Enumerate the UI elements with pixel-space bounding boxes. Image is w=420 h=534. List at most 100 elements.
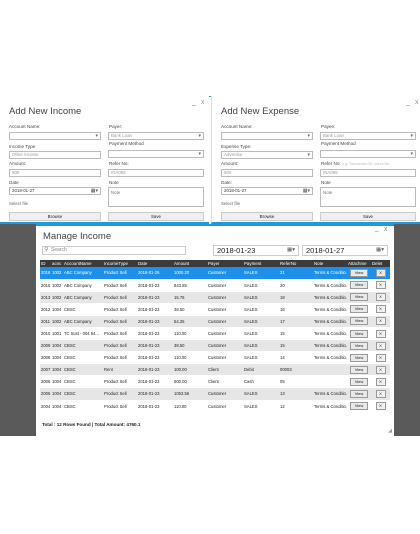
- refer-no-label-text: Refer No:: [321, 161, 341, 166]
- note-textarea[interactable]: Note: [108, 187, 204, 207]
- view-attachment-button[interactable]: View: [350, 281, 368, 290]
- delete-row-button[interactable]: X: [375, 365, 386, 374]
- table-row[interactable]: 2015 1002 ABC Company Product Sell 2018-01-2…: [40, 279, 390, 292]
- delete-row-button[interactable]: X: [375, 268, 386, 277]
- table-row[interactable]: 2004 1004 CBSC Product Sell 2018-01-23 110.00…: [40, 400, 390, 413]
- view-attachment-button[interactable]: View: [350, 317, 368, 326]
- column-header[interactable]: Delet: [371, 260, 390, 267]
- attachment-cell: View: [347, 291, 371, 304]
- delete-row-button[interactable]: X: [375, 402, 386, 411]
- delete-row-button[interactable]: X: [375, 377, 386, 386]
- column-header[interactable]: ReferNo: [279, 260, 313, 267]
- delete-row-button[interactable]: X: [375, 341, 386, 350]
- table-cell: ABC Company: [63, 291, 103, 304]
- minimize-button[interactable]: _: [375, 226, 378, 232]
- view-attachment-button[interactable]: View: [350, 353, 368, 362]
- delete-row-button[interactable]: X: [375, 281, 386, 290]
- manage-income-title: Manage Income: [43, 231, 112, 242]
- table-row[interactable]: 2012 1004 CBSC Product Sell 2018-01-23 38.50 C…: [40, 303, 390, 316]
- refer-no-field[interactable]: INA095: [108, 169, 204, 177]
- save-button[interactable]: Save: [108, 212, 204, 221]
- delete-row-button[interactable]: X: [375, 317, 386, 326]
- date-from-picker[interactable]: 2018-01-23 ▦▾: [213, 245, 299, 256]
- view-attachment-button[interactable]: View: [350, 268, 368, 277]
- table-row[interactable]: 2007 1004 CBSC Rent 2018-01-23 100.00 Client De…: [40, 363, 390, 377]
- table-row[interactable]: 2013 1002 ABC Company Product Sell 2018-01-2…: [40, 291, 390, 304]
- close-button[interactable]: X: [415, 100, 418, 106]
- table-cell: 21: [279, 267, 313, 280]
- delete-row-button[interactable]: X: [375, 305, 386, 314]
- resize-grip-icon[interactable]: ◢: [388, 428, 392, 434]
- date-picker[interactable]: 2018-01-27 ▦▾: [221, 187, 313, 195]
- view-attachment-button[interactable]: View: [350, 365, 368, 374]
- table-cell: 2018-01-23: [137, 375, 173, 389]
- calendar-icon[interactable]: ▦▾: [376, 246, 384, 255]
- table-row[interactable]: 2009 1004 CBSC Product Sell 2018-01-23 38.50 C…: [40, 339, 390, 353]
- minimize-button[interactable]: _: [406, 99, 410, 106]
- table-cell: Client: [207, 363, 243, 377]
- view-attachment-button[interactable]: View: [350, 293, 368, 302]
- payer-select[interactable]: Bank Loan: [108, 132, 204, 140]
- save-button[interactable]: Save: [320, 212, 416, 221]
- table-row[interactable]: 2010 1001 TC trust - 004 64... Product Sell…: [40, 327, 390, 341]
- delete-cell: X: [371, 291, 390, 304]
- view-attachment-button[interactable]: View: [350, 389, 368, 398]
- browse-button[interactable]: Browse: [9, 212, 101, 221]
- table-cell: 15: [279, 327, 313, 341]
- column-header[interactable]: Payment: [243, 260, 279, 267]
- column-header[interactable]: AccountName: [63, 260, 103, 267]
- close-button[interactable]: X: [384, 227, 387, 233]
- refer-no-label: Refer No: e.g. Transaction ID, check No.: [321, 161, 390, 166]
- account-name-select[interactable]: [221, 132, 313, 140]
- table-row[interactable]: 2011 1002 ABC Company Product Sell 2018-01-2…: [40, 315, 390, 328]
- column-header[interactable]: Amount: [173, 260, 207, 267]
- date-to-picker[interactable]: 2018-01-27 ▦▾: [302, 245, 388, 256]
- calendar-icon[interactable]: ▦▾: [287, 246, 295, 255]
- column-header[interactable]: Payer: [207, 260, 243, 267]
- close-button[interactable]: X: [201, 100, 204, 106]
- table-row[interactable]: 2016 1002 ABC Company Product Sell 2018-01-2…: [40, 267, 390, 280]
- minimize-button[interactable]: _: [192, 99, 196, 106]
- note-textarea[interactable]: Note: [320, 187, 416, 207]
- refer-no-field[interactable]: INA095: [320, 169, 416, 177]
- table-cell: 600.00: [173, 375, 207, 389]
- table-row[interactable]: 2008 1004 CBSC Product Sell 2018-01-23 110.00…: [40, 351, 390, 365]
- date-to-value: 2018-01-27: [306, 246, 345, 255]
- delete-row-button[interactable]: X: [375, 389, 386, 398]
- payment-method-select[interactable]: [320, 150, 416, 158]
- browse-button[interactable]: Browse: [221, 212, 313, 221]
- column-header[interactable]: IncomeType: [103, 260, 137, 267]
- view-attachment-button[interactable]: View: [350, 305, 368, 314]
- search-placeholder: Search: [51, 247, 67, 253]
- payment-method-select[interactable]: [108, 150, 204, 158]
- delete-cell: X: [371, 303, 390, 316]
- view-attachment-button[interactable]: View: [350, 402, 368, 411]
- column-header[interactable]: acnc: [51, 260, 63, 267]
- amount-field[interactable]: 500: [9, 169, 101, 177]
- column-header[interactable]: ID: [40, 260, 51, 267]
- delete-row-button[interactable]: X: [375, 329, 386, 338]
- view-attachment-button[interactable]: View: [350, 329, 368, 338]
- table-row[interactable]: 2005 1004 CBSC Product Sell 2018-01-23 1053.5…: [40, 387, 390, 401]
- expense-type-select[interactable]: Advertise: [221, 151, 313, 159]
- column-header[interactable]: Attachme: [347, 260, 371, 267]
- amount-field[interactable]: 500: [221, 169, 313, 177]
- table-row[interactable]: 2006 1004 CBSC Product Sell 2018-01-23 600.00…: [40, 375, 390, 389]
- date-picker[interactable]: 2018-01-27 ▦▾: [9, 187, 101, 195]
- calendar-icon[interactable]: ▦▾: [303, 188, 310, 194]
- search-input[interactable]: ⚲ Search: [42, 246, 186, 255]
- table-cell: 110.00: [173, 351, 207, 365]
- delete-row-button[interactable]: X: [375, 293, 386, 302]
- table-cell: 2007: [40, 363, 51, 377]
- payee-select[interactable]: Bank Loan: [320, 132, 416, 140]
- delete-row-button[interactable]: X: [375, 353, 386, 362]
- view-attachment-button[interactable]: View: [350, 377, 368, 386]
- income-type-field[interactable]: Other Income: [9, 151, 101, 159]
- account-name-select[interactable]: [9, 132, 101, 140]
- table-cell: Terms & Conditio...: [313, 387, 347, 401]
- table-cell: 1000.20: [173, 267, 207, 280]
- view-attachment-button[interactable]: View: [350, 341, 368, 350]
- column-header[interactable]: Date: [137, 260, 173, 267]
- column-header[interactable]: Note: [313, 260, 347, 267]
- calendar-icon[interactable]: ▦▾: [91, 188, 98, 194]
